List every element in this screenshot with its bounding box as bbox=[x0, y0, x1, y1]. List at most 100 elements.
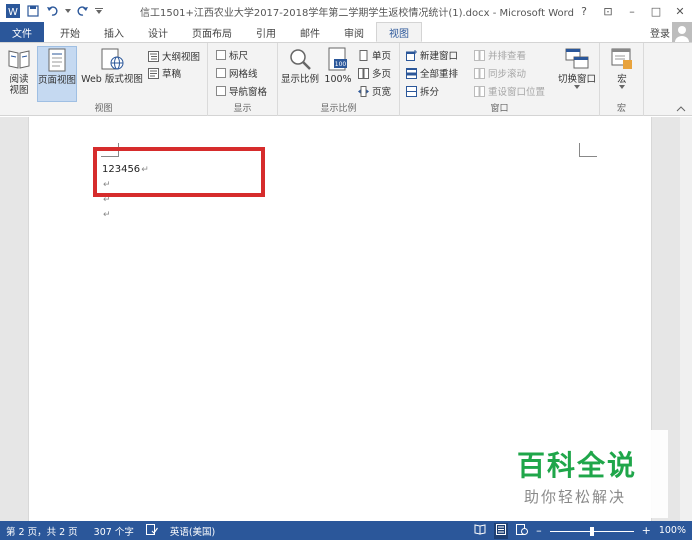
zoom-slider[interactable] bbox=[549, 526, 634, 536]
page-icon bbox=[44, 47, 70, 73]
tab-design[interactable]: 设计 bbox=[136, 22, 180, 42]
print-layout-button[interactable]: 页面视图 bbox=[37, 46, 77, 102]
watermark-subtitle: 助你轻松解决 bbox=[524, 488, 627, 506]
zoom-100-label: 100% bbox=[324, 74, 352, 85]
sync-scroll-icon bbox=[474, 67, 485, 79]
nav-pane-checkbox[interactable]: 导航窗格 bbox=[216, 83, 267, 99]
tab-insert[interactable]: 插入 bbox=[92, 22, 136, 42]
proofing-icon[interactable] bbox=[140, 523, 164, 538]
switch-windows-button[interactable]: 切换窗口 bbox=[556, 46, 598, 89]
tab-mailings[interactable]: 邮件 bbox=[288, 22, 332, 42]
paragraph-mark-icon: ↵ bbox=[103, 210, 111, 220]
zoom-level[interactable]: 100% bbox=[659, 525, 686, 536]
tab-review[interactable]: 审阅 bbox=[332, 22, 376, 42]
avatar[interactable] bbox=[672, 22, 692, 42]
collapse-ribbon-icon[interactable] bbox=[676, 104, 686, 112]
gridlines-check[interactable] bbox=[216, 68, 226, 78]
ruler-checkbox[interactable]: 标尺 bbox=[216, 47, 248, 63]
one-page-label: 单页 bbox=[372, 51, 392, 62]
group-show: 标尺 网格线 导航窗格 显示 bbox=[208, 43, 278, 116]
ruler-check[interactable] bbox=[216, 50, 226, 60]
nav-pane-check[interactable] bbox=[216, 86, 226, 96]
draft-label: 草稿 bbox=[162, 69, 182, 80]
help-button[interactable]: ? bbox=[572, 0, 596, 22]
side-by-side-label: 并排查看 bbox=[488, 51, 527, 62]
maximize-button[interactable]: □ bbox=[644, 0, 668, 22]
word-count[interactable]: 307 个字 bbox=[84, 524, 140, 538]
sync-scroll-button[interactable]: 同步滚动 bbox=[474, 65, 526, 81]
status-bar: 第 2 页，共 2 页 307 个字 英语(美国) – + 100% bbox=[0, 521, 692, 540]
group-macros-label: 宏 bbox=[616, 104, 626, 114]
arrange-all-button[interactable]: 全部重排 bbox=[406, 65, 458, 81]
tab-references[interactable]: 引用 bbox=[244, 22, 288, 42]
switch-windows-label: 切换窗口 bbox=[557, 74, 596, 85]
web-layout-label: Web 版式视图 bbox=[81, 74, 143, 85]
multi-page-button[interactable]: 多页 bbox=[358, 65, 391, 81]
chevron-down-icon bbox=[574, 85, 580, 89]
page-width-button[interactable]: 页宽 bbox=[358, 83, 391, 99]
read-mode-view-icon[interactable] bbox=[474, 523, 486, 538]
side-by-side-button[interactable]: 并排查看 bbox=[474, 47, 526, 63]
page-width-icon bbox=[358, 85, 369, 97]
page-width-label: 页宽 bbox=[372, 87, 392, 98]
close-button[interactable]: ✕ bbox=[668, 0, 692, 22]
switch-windows-icon bbox=[564, 46, 590, 72]
outline-icon bbox=[148, 50, 159, 62]
read-mode-label: 阅读 视图 bbox=[9, 74, 29, 96]
gridlines-checkbox[interactable]: 网格线 bbox=[216, 65, 258, 81]
zoom-100-button[interactable]: 100 100% bbox=[324, 46, 352, 85]
draft-button[interactable]: 草稿 bbox=[148, 65, 181, 81]
zoom-slider-thumb[interactable] bbox=[589, 526, 594, 536]
split-button[interactable]: 拆分 bbox=[406, 83, 439, 99]
globe-icon bbox=[99, 46, 125, 72]
reset-pos-label: 重设窗口位置 bbox=[488, 87, 546, 98]
group-views-label: 视图 bbox=[94, 104, 113, 114]
one-page-button[interactable]: 单页 bbox=[358, 47, 391, 63]
reset-pos-button[interactable]: 重设窗口位置 bbox=[474, 83, 545, 99]
ribbon: 阅读 视图 页面视图 Web 版式视图 大纲视图 草稿 视图 标尺 网格线 导航… bbox=[0, 42, 692, 116]
chevron-down-icon bbox=[619, 85, 625, 89]
read-mode-button[interactable]: 阅读 视图 bbox=[4, 46, 34, 96]
print-layout-label: 页面视图 bbox=[38, 75, 77, 86]
reset-pos-icon bbox=[474, 85, 485, 97]
macro-icon bbox=[609, 46, 635, 72]
ruler-label: 标尺 bbox=[229, 51, 249, 62]
zoom-label: 显示比例 bbox=[280, 74, 319, 85]
login-link[interactable]: 登录 bbox=[650, 25, 670, 40]
ribbon-display-button[interactable]: ⊡ bbox=[596, 0, 620, 22]
tab-layout[interactable]: 页面布局 bbox=[180, 22, 244, 42]
arrange-all-label: 全部重排 bbox=[420, 69, 459, 80]
page-count[interactable]: 第 2 页，共 2 页 bbox=[0, 524, 84, 538]
macro-button[interactable]: 宏 bbox=[606, 46, 638, 89]
tab-file[interactable]: 文件 bbox=[0, 22, 44, 42]
tab-home[interactable]: 开始 bbox=[44, 22, 92, 42]
page-100-icon: 100 bbox=[325, 46, 351, 72]
zoom-button[interactable]: 显示比例 bbox=[280, 46, 320, 85]
paragraph[interactable]: ↵ bbox=[102, 209, 111, 220]
nav-pane-label: 导航窗格 bbox=[229, 87, 268, 98]
language[interactable]: 英语(美国) bbox=[164, 524, 221, 538]
margin-corner-top-right bbox=[579, 143, 597, 157]
status-right: – + 100% bbox=[474, 521, 686, 540]
magnifier-icon bbox=[287, 46, 313, 72]
web-layout-view-icon[interactable] bbox=[516, 523, 529, 538]
print-layout-view-icon[interactable] bbox=[494, 522, 509, 539]
group-zoom-label: 显示比例 bbox=[320, 104, 357, 114]
group-window-label: 窗口 bbox=[490, 104, 509, 114]
arrange-all-icon bbox=[406, 67, 417, 79]
web-layout-button[interactable]: Web 版式视图 bbox=[80, 46, 144, 85]
tab-view[interactable]: 视图 bbox=[376, 22, 422, 42]
minimize-button[interactable]: – bbox=[620, 0, 644, 22]
zoom-out-button[interactable]: – bbox=[536, 524, 542, 537]
outline-button[interactable]: 大纲视图 bbox=[148, 48, 200, 64]
side-by-side-icon bbox=[474, 49, 485, 61]
watermark-title: 百科全说 bbox=[517, 449, 638, 482]
zoom-in-button[interactable]: + bbox=[642, 524, 651, 537]
macro-label: 宏 bbox=[617, 74, 627, 85]
window-controls: ? ⊡ – □ ✕ bbox=[572, 0, 692, 22]
new-window-icon bbox=[406, 49, 417, 61]
multi-page-label: 多页 bbox=[372, 69, 392, 80]
vertical-scrollbar[interactable] bbox=[680, 117, 692, 521]
new-window-button[interactable]: 新建窗口 bbox=[406, 47, 458, 63]
title-bar: W 信工1501+江西农业大学2017-2018学年第二学期学生返校情况统计(1… bbox=[0, 0, 692, 22]
